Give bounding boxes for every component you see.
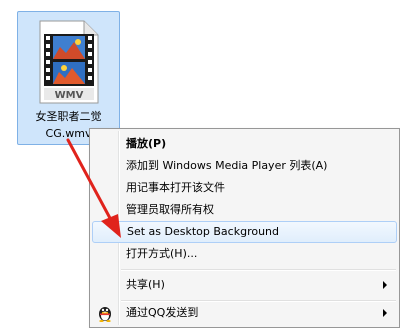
file-name-line-1: 女圣职者二觉	[35, 110, 102, 123]
menu-item-play[interactable]: 播放(P)	[92, 133, 397, 155]
menu-item-label: 打开方式(H)...	[126, 247, 198, 260]
menu-item-add-to-wmp-list[interactable]: 添加到 Windows Media Player 列表(A)	[92, 155, 397, 177]
submenu-arrow-icon	[383, 281, 387, 289]
file-type-badge: WMV	[55, 90, 84, 101]
menu-item-label: 通过QQ发送到	[126, 306, 199, 319]
menu-item-label: 管理员取得所有权	[126, 203, 214, 216]
qq-penguin-icon	[99, 307, 111, 322]
menu-item-set-desktop-background[interactable]: Set as Desktop Background	[92, 221, 397, 243]
submenu-arrow-icon	[383, 309, 387, 317]
wmv-video-file-icon: WMV	[39, 20, 99, 104]
menu-item-open-with[interactable]: 打开方式(H)...	[92, 243, 397, 265]
menu-item-label: 播放(P)	[126, 137, 167, 150]
menu-item-open-with-notepad[interactable]: 用记事本打开该文件	[92, 177, 397, 199]
menu-item-label: 添加到 Windows Media Player 列表(A)	[126, 159, 328, 172]
menu-item-label: 用记事本打开该文件	[126, 181, 225, 194]
menu-item-share[interactable]: 共享(H)	[92, 274, 397, 296]
menu-item-take-ownership[interactable]: 管理员取得所有权	[92, 199, 397, 221]
menu-item-send-via-qq[interactable]: 通过QQ发送到	[92, 302, 397, 324]
selected-file-item[interactable]: WMV 女圣职者二觉 CG.wmv	[17, 11, 120, 145]
context-menu: 播放(P) 添加到 Windows Media Player 列表(A) 用记事…	[89, 128, 400, 328]
menu-separator	[121, 269, 396, 271]
menu-item-label: 共享(H)	[126, 278, 165, 291]
menu-item-label: Set as Desktop Background	[127, 225, 280, 238]
